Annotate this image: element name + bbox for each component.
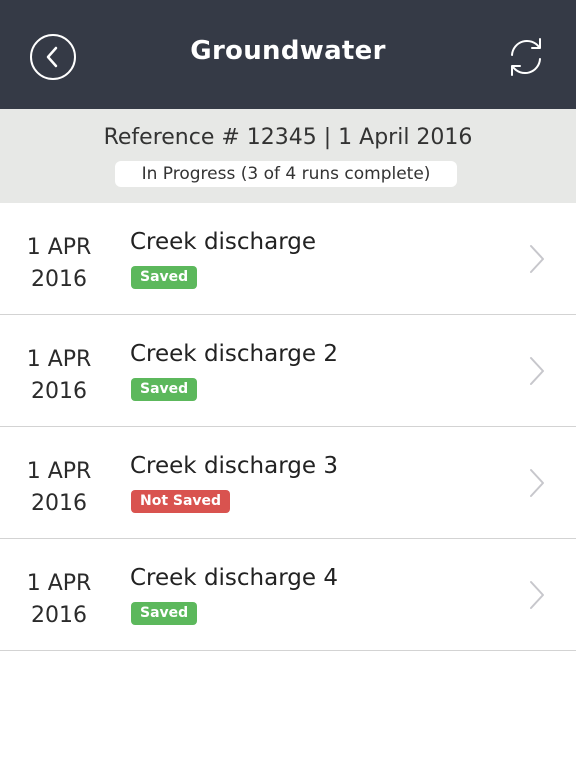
run-name: Creek discharge 3 — [130, 453, 338, 479]
refresh-icon — [511, 38, 541, 76]
reference-summary: Reference # 12345 | 1 April 2016 In Prog… — [0, 109, 576, 203]
run-name: Creek discharge 4 — [130, 565, 338, 591]
sync-button[interactable] — [504, 34, 548, 80]
page-title: Groundwater — [190, 36, 386, 66]
chevron-right-icon — [530, 469, 544, 497]
run-date-day-month: 1 APR — [26, 571, 92, 596]
run-date: 1 APR 2016 — [14, 568, 104, 632]
reference-line: Reference # 12345 | 1 April 2016 — [103, 125, 473, 150]
run-date: 1 APR 2016 — [14, 232, 104, 296]
run-date-day-month: 1 APR — [26, 347, 92, 372]
status-badge: Saved — [131, 602, 198, 625]
status-badge: Saved — [131, 378, 198, 401]
run-date-year: 2016 — [31, 491, 87, 516]
run-row[interactable]: 1 APR 2016 Creek discharge 2 Saved — [0, 315, 576, 427]
run-date-day-month: 1 APR — [26, 459, 92, 484]
progress-status: In Progress (3 of 4 runs complete) — [115, 161, 457, 187]
run-row[interactable]: 1 APR 2016 Creek discharge 3 Not Saved — [0, 427, 576, 539]
run-name: Creek discharge 2 — [130, 341, 338, 367]
run-date-day-month: 1 APR — [26, 235, 92, 260]
run-name: Creek discharge — [130, 229, 317, 255]
run-row[interactable]: 1 APR 2016 Creek discharge Saved — [0, 203, 576, 315]
run-date: 1 APR 2016 — [14, 344, 104, 408]
run-date-year: 2016 — [31, 267, 87, 292]
chevron-right-icon — [530, 581, 544, 609]
run-row[interactable]: 1 APR 2016 Creek discharge 4 Saved — [0, 539, 576, 651]
navigation-bar: Groundwater — [0, 0, 576, 109]
chevron-right-icon — [530, 357, 544, 385]
status-badge: Saved — [131, 266, 198, 289]
status-badge: Not Saved — [131, 490, 231, 513]
run-date-year: 2016 — [31, 603, 87, 628]
chevron-right-icon — [530, 245, 544, 273]
run-date-year: 2016 — [31, 379, 87, 404]
run-date: 1 APR 2016 — [14, 456, 104, 520]
runs-list: 1 APR 2016 Creek discharge Saved 1 APR 2… — [0, 203, 576, 651]
